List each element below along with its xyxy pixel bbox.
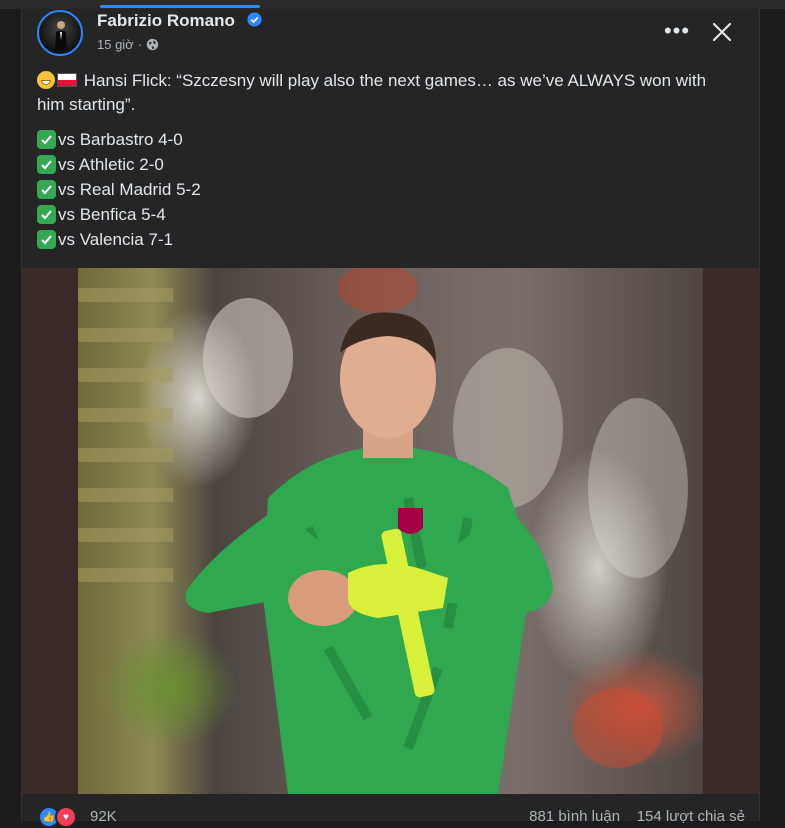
love-reaction-icon: ♥ — [55, 806, 77, 828]
check-mark-icon — [37, 130, 56, 149]
results-list: vs Barbastro 4-0 vs Athletic 2-0 vs Real… — [37, 127, 737, 252]
engagement-stats: 881 bình luận 154 lượt chia sẻ — [529, 808, 745, 825]
verified-badge-icon — [247, 12, 262, 27]
engagement-bar: 👍 ♥ 92K 881 bình luận 154 lượt chia sẻ — [22, 794, 759, 828]
author-name[interactable]: Fabrizio Romano — [97, 11, 235, 31]
poland-flag-icon — [57, 73, 77, 87]
check-mark-icon — [37, 230, 56, 249]
tab-indicator — [100, 5, 260, 8]
post-quote: Hansi Flick: “Szczesny will play also th… — [37, 71, 707, 114]
post-quote-line: Hansi Flick: “Szczesny will play also th… — [37, 69, 737, 117]
result-text: vs Benfica 5-4 — [58, 204, 166, 224]
goalkeeper-photo[interactable] — [78, 268, 703, 794]
reaction-icons[interactable]: 👍 ♥ — [38, 806, 77, 828]
globe-icon[interactable] — [146, 38, 159, 51]
result-item: vs Athletic 2-0 — [37, 152, 737, 177]
result-text: vs Athletic 2-0 — [58, 154, 164, 174]
post-dialog: Fabrizio Romano 15 giờ · ••• Hansi Flick… — [21, 9, 760, 828]
result-item: vs Real Madrid 5-2 — [37, 177, 737, 202]
result-item: vs Barbastro 4-0 — [37, 127, 737, 152]
result-text: vs Barbastro 4-0 — [58, 129, 183, 149]
result-text: vs Valencia 7-1 — [58, 229, 173, 249]
post-media — [22, 268, 759, 794]
shares-count[interactable]: 154 lượt chia sẻ — [637, 808, 745, 825]
author-avatar[interactable] — [37, 10, 83, 56]
check-mark-icon — [37, 180, 56, 199]
grinning-emoji-icon — [37, 71, 55, 89]
result-item: vs Benfica 5-4 — [37, 202, 737, 227]
post-meta: 15 giờ · — [97, 37, 159, 52]
post-time[interactable]: 15 giờ — [97, 37, 134, 52]
check-mark-icon — [37, 155, 56, 174]
result-item: vs Valencia 7-1 — [37, 227, 737, 252]
check-mark-icon — [37, 205, 56, 224]
post-body: Hansi Flick: “Szczesny will play also th… — [37, 69, 737, 252]
reaction-count[interactable]: 92K — [90, 808, 117, 825]
more-options-icon[interactable]: ••• — [660, 17, 694, 45]
close-icon[interactable] — [706, 17, 738, 47]
meta-separator: · — [137, 37, 143, 52]
comments-count[interactable]: 881 bình luận — [529, 808, 620, 825]
result-text: vs Real Madrid 5-2 — [58, 179, 201, 199]
